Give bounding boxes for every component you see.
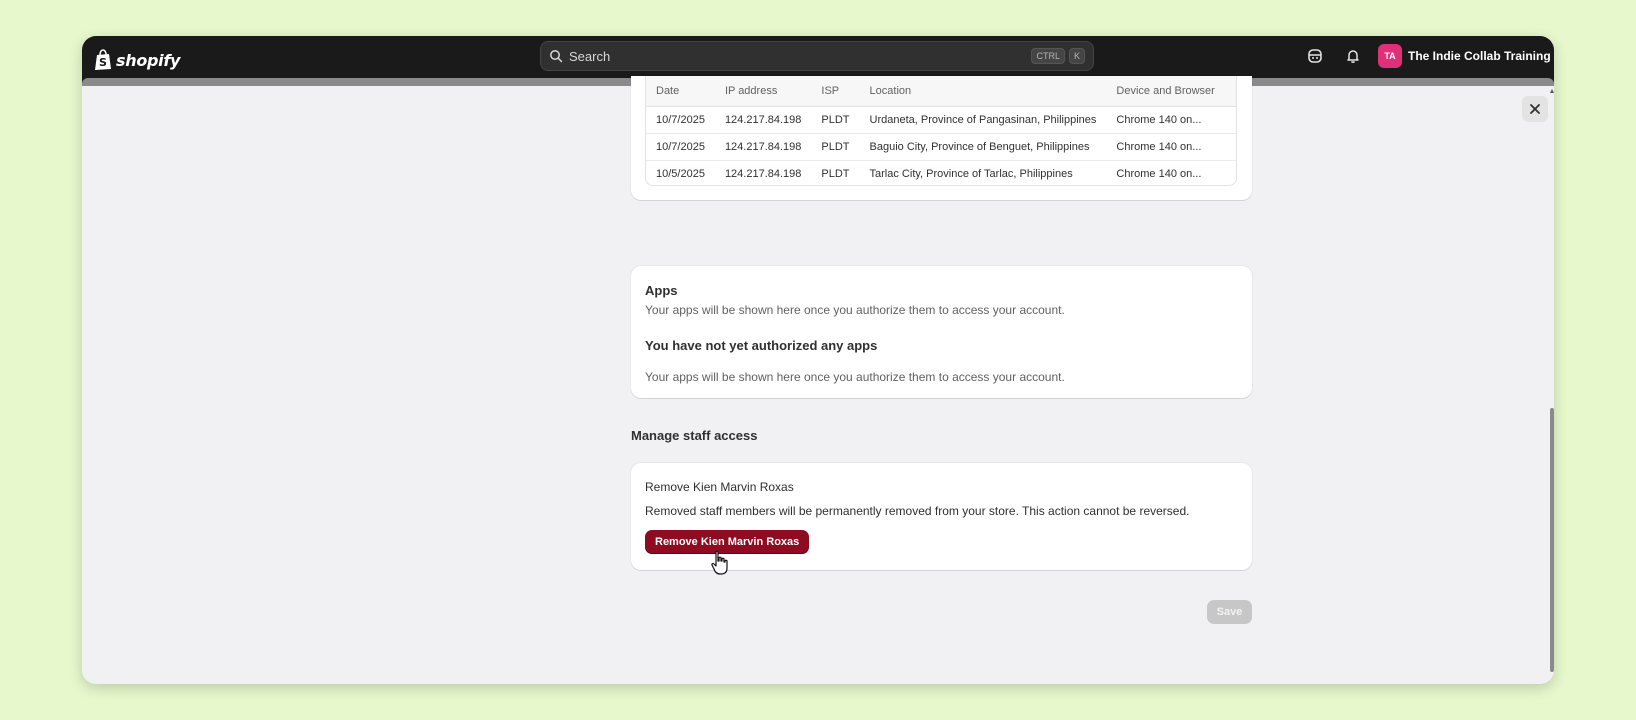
apps-card: Apps Your apps will be shown here once y…: [631, 266, 1252, 398]
main-content: Date IP address ISP Location Device and …: [82, 76, 1554, 684]
close-button[interactable]: [1522, 96, 1548, 122]
shortcut-key-ctrl: CTRL: [1031, 48, 1065, 64]
shortcut-key-k: K: [1068, 48, 1085, 64]
table-row: 10/7/2025 124.217.84.198 PLDT Baguio Cit…: [646, 133, 1236, 161]
search-bar[interactable]: Search CTRL K: [540, 41, 1094, 71]
cell-ip: 124.217.84.198: [724, 167, 802, 180]
column-header-isp: ISP: [811, 76, 860, 107]
table-row: 10/5/2025 124.217.84.198 PLDT Tarlac Cit…: [646, 160, 1236, 185]
sidekick-icon[interactable]: [1306, 47, 1324, 65]
cell-location: Urdaneta, Province of Pangasinan, Philip…: [859, 106, 1107, 134]
column-header-date: Date: [646, 76, 715, 107]
apps-description: Your apps will be shown here once you au…: [645, 303, 1065, 317]
cell-device: Chrome 140 on...: [1106, 106, 1236, 134]
search-placeholder: Search: [569, 48, 611, 64]
scrollbar-thumb[interactable]: [1550, 408, 1554, 672]
cell-isp: PLDT: [811, 133, 860, 161]
store-switcher[interactable]: TA The Indie Collab Training ...: [1378, 43, 1554, 69]
search-icon: [550, 50, 563, 63]
table-header-row: Date IP address ISP Location Device and …: [646, 76, 1236, 107]
apps-empty-title: You have not yet authorized any apps: [645, 338, 878, 353]
brand-wordmark: shopify: [116, 50, 181, 70]
hand-cursor-icon: [711, 550, 728, 575]
apps-title: Apps: [645, 283, 678, 298]
column-header-location: Location: [859, 76, 1107, 107]
sessions-card: Date IP address ISP Location Device and …: [631, 76, 1252, 200]
remove-staff-title: Remove Kien Marvin Roxas: [645, 480, 794, 494]
column-header-ip: IP address: [714, 76, 812, 107]
cell-isp: PLDT: [821, 167, 850, 180]
cell-ip: 124.217.84.198: [714, 133, 812, 161]
manage-staff-heading: Manage staff access: [631, 428, 758, 443]
shopify-logo[interactable]: S shopify: [94, 46, 180, 74]
save-button[interactable]: Save: [1207, 600, 1252, 624]
cell-location: Tarlac City, Province of Tarlac, Philipp…: [869, 167, 1073, 180]
store-avatar: TA: [1378, 44, 1402, 68]
cell-isp: PLDT: [811, 106, 860, 134]
sessions-table: Date IP address ISP Location Device and …: [645, 76, 1237, 186]
cell-location: Baguio City, Province of Benguet, Philip…: [859, 133, 1107, 161]
cell-date: 10/7/2025: [646, 106, 715, 134]
store-name: The Indie Collab Training ...: [1408, 49, 1554, 63]
column-header-device: Device and Browser: [1106, 76, 1236, 107]
cell-ip: 124.217.84.198: [714, 106, 812, 134]
app-window: S shopify Search CTRL K TA The Indie Col: [82, 36, 1554, 684]
cell-device: Chrome 140 on...: [1106, 133, 1236, 161]
cell-date: 10/7/2025: [646, 133, 715, 161]
apps-empty-description: Your apps will be shown here once you au…: [645, 370, 1065, 384]
scroll-up-arrow-icon[interactable]: [1550, 88, 1554, 94]
svg-text:S: S: [99, 56, 107, 69]
cell-date: 10/5/2025: [656, 167, 705, 180]
close-icon: [1530, 104, 1540, 114]
cell-device: Chrome 140 on...: [1116, 167, 1202, 180]
shopify-bag-icon: S: [95, 49, 111, 70]
remove-staff-description: Removed staff members will be permanentl…: [645, 504, 1190, 518]
notification-bell-icon[interactable]: [1344, 47, 1362, 65]
table-row: 10/7/2025 124.217.84.198 PLDT Urdaneta, …: [646, 106, 1236, 134]
